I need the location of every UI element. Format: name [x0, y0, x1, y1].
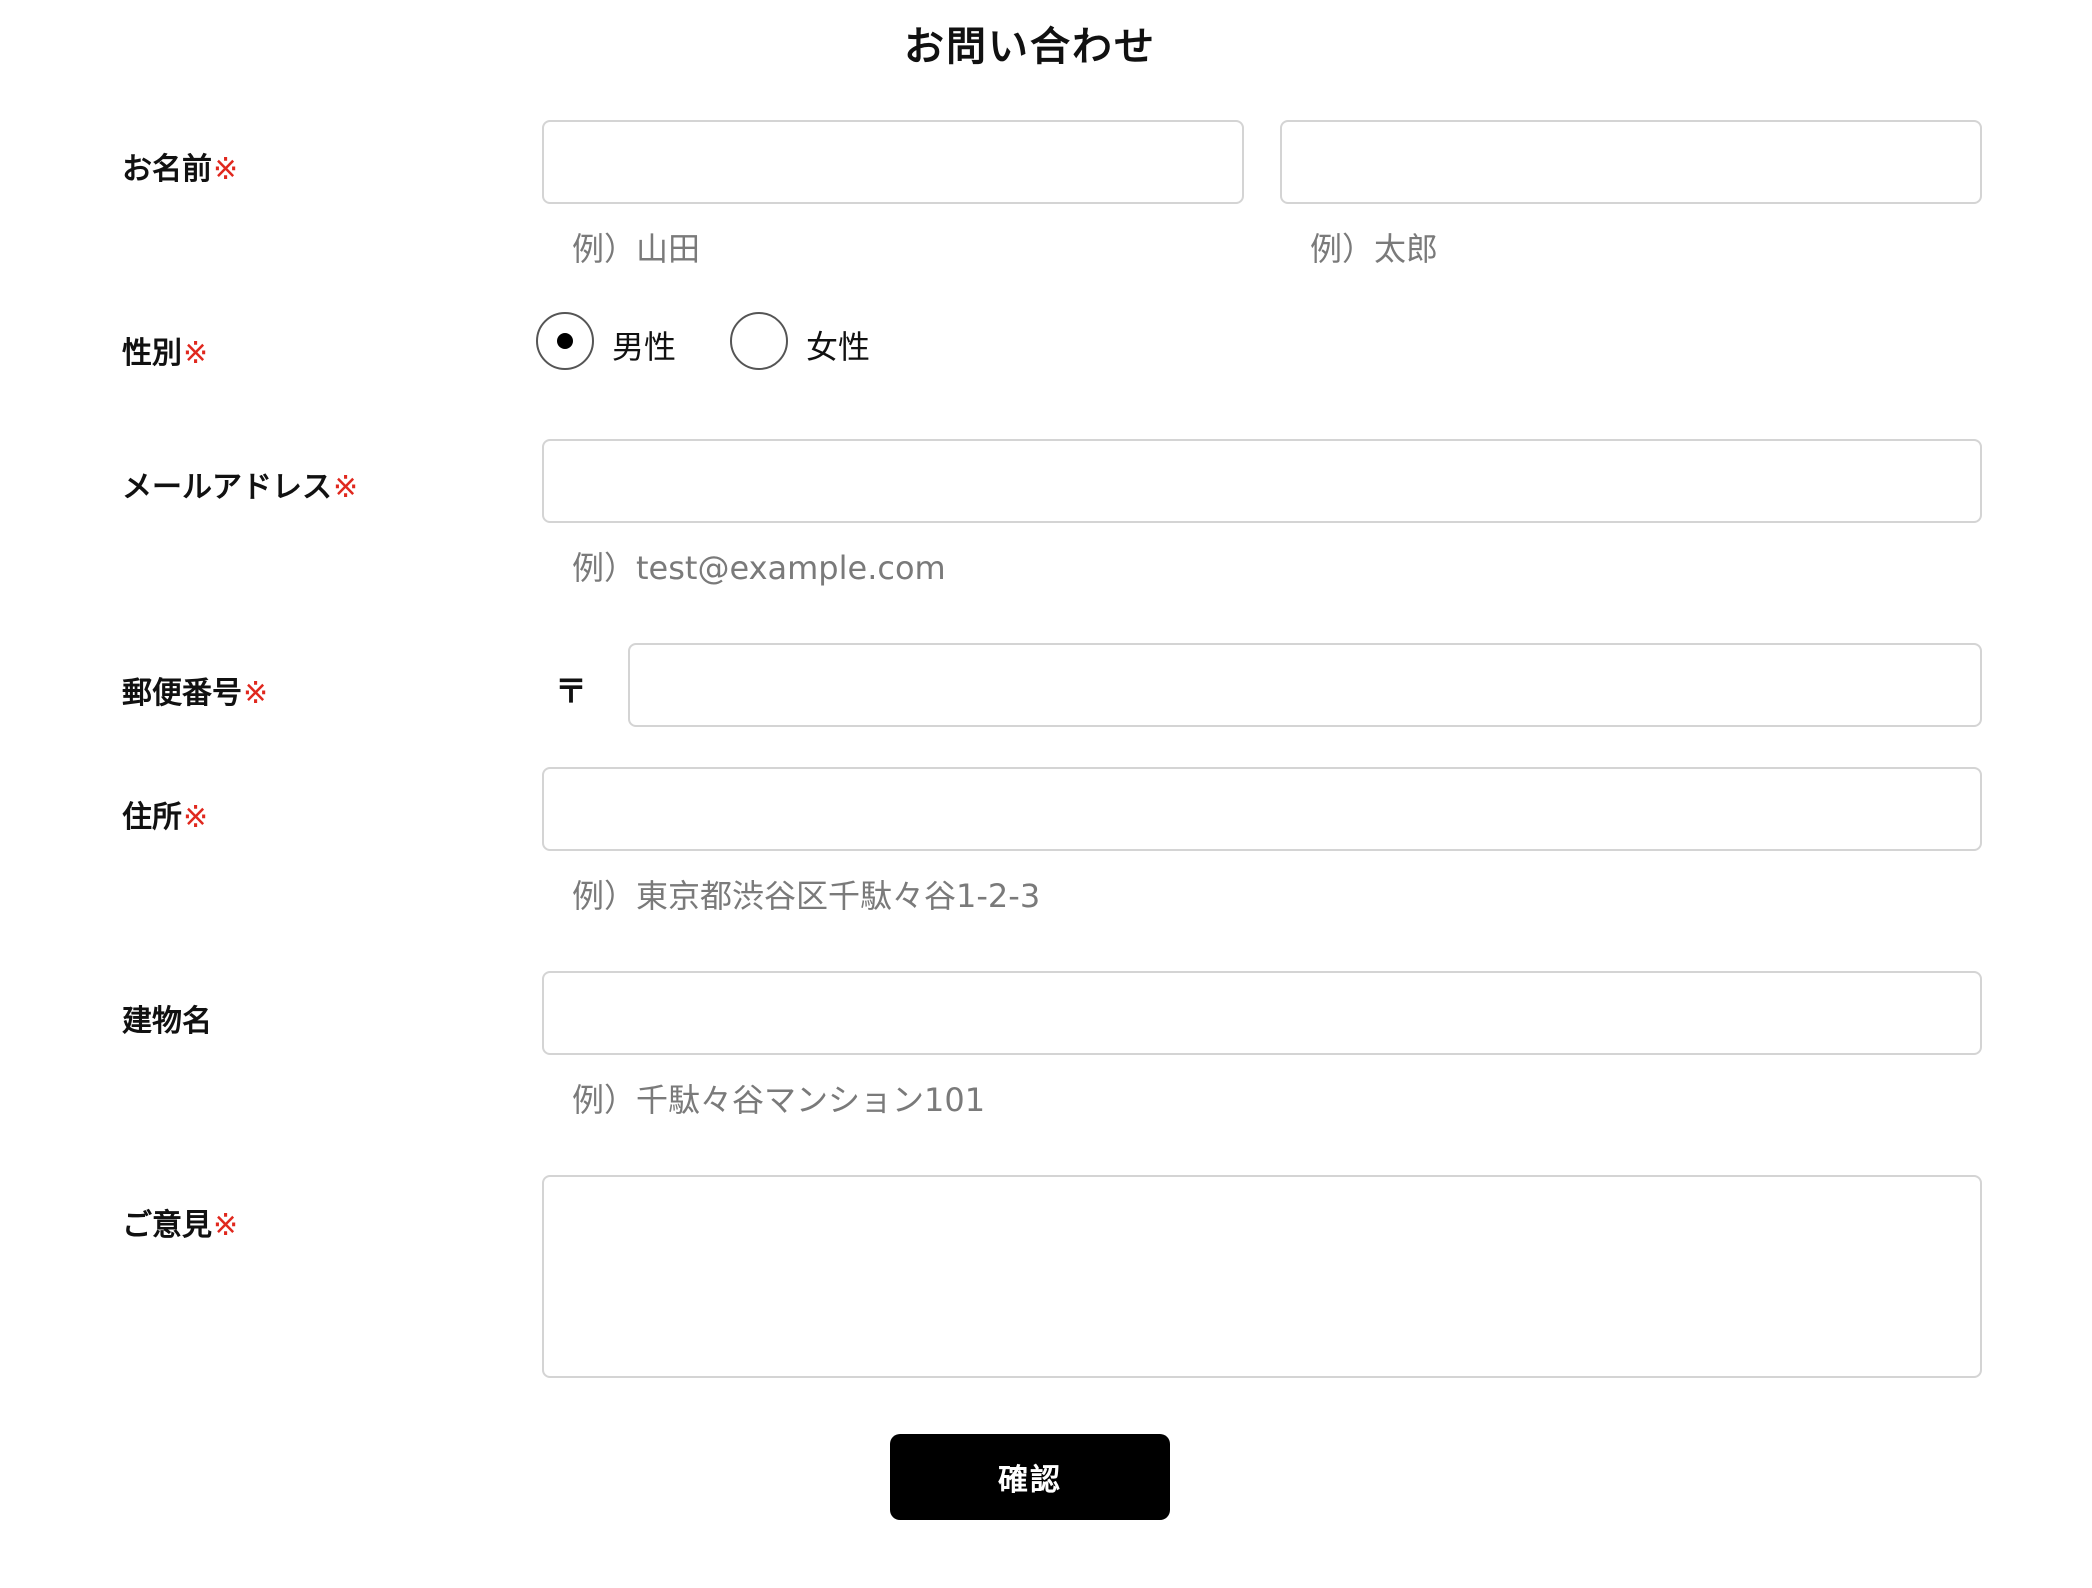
- building-input[interactable]: [542, 971, 1982, 1055]
- required-mark: ※: [333, 470, 359, 505]
- opinion-label: ご意見※: [122, 1200, 238, 1244]
- gender-label-text: 性別: [122, 336, 182, 371]
- postal-label: 郵便番号※: [122, 668, 268, 712]
- email-hint: 例）test@example.com: [572, 549, 946, 587]
- building-label: 建物名: [122, 996, 212, 1040]
- address-hint: 例）東京都渋谷区千駄々谷1-2-3: [572, 877, 1041, 915]
- postal-label-text: 郵便番号: [122, 676, 242, 711]
- required-mark: ※: [243, 676, 269, 711]
- address-input[interactable]: [542, 767, 1982, 851]
- radio-selected-dot: [557, 333, 573, 349]
- last-name-hint: 例）山田: [572, 230, 701, 268]
- gender-male-radio[interactable]: [536, 312, 594, 370]
- address-label: 住所※: [122, 792, 208, 836]
- first-name-input[interactable]: [1280, 120, 1982, 204]
- required-mark: ※: [213, 1208, 239, 1243]
- email-label-text: メールアドレス: [122, 470, 332, 505]
- required-mark: ※: [183, 336, 209, 371]
- required-mark: ※: [183, 800, 209, 835]
- address-label-text: 住所: [122, 800, 182, 835]
- postal-code-input[interactable]: [628, 643, 1982, 727]
- gender-female-label[interactable]: 女性: [806, 322, 870, 368]
- last-name-input[interactable]: [542, 120, 1244, 204]
- first-name-hint: 例）太郎: [1310, 230, 1439, 268]
- postal-mark-icon: 〒: [555, 672, 588, 710]
- gender-male-label[interactable]: 男性: [612, 322, 676, 368]
- required-mark: ※: [213, 152, 239, 187]
- confirm-button[interactable]: 確認: [890, 1434, 1170, 1520]
- name-label-text: お名前: [122, 152, 212, 187]
- opinion-label-text: ご意見: [122, 1208, 212, 1243]
- gender-female-radio[interactable]: [730, 312, 788, 370]
- page-title: お問い合わせ: [904, 24, 1156, 70]
- building-hint: 例）千駄々谷マンション101: [572, 1081, 986, 1119]
- email-input[interactable]: [542, 439, 1982, 523]
- building-label-text: 建物名: [122, 1004, 212, 1039]
- name-label: お名前※: [122, 144, 238, 188]
- opinion-textarea[interactable]: [542, 1175, 1982, 1378]
- gender-label: 性別※: [122, 328, 208, 372]
- email-label: メールアドレス※: [122, 462, 358, 506]
